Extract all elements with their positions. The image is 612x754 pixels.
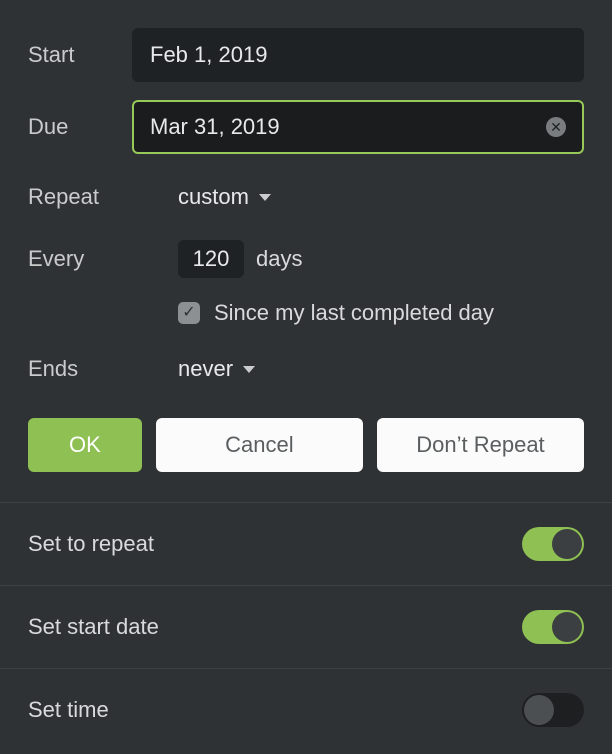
every-unit: days <box>256 246 302 272</box>
every-number-input[interactable]: 120 <box>178 240 244 278</box>
check-icon: ✓ <box>182 305 195 321</box>
set-time-label: Set time <box>28 697 109 723</box>
start-label: Start <box>28 42 132 68</box>
start-date-value: Feb 1, 2019 <box>150 42 267 68</box>
set-to-repeat-label: Set to repeat <box>28 531 154 557</box>
since-last-checkbox[interactable]: ✓ <box>178 302 200 324</box>
ends-label: Ends <box>28 356 178 382</box>
set-to-repeat-toggle[interactable] <box>522 527 584 561</box>
due-label: Due <box>28 114 132 140</box>
repeat-label: Repeat <box>28 184 178 210</box>
ends-value: never <box>178 356 233 382</box>
dont-repeat-button[interactable]: Don’t Repeat <box>377 418 584 472</box>
clear-due-icon[interactable]: ✕ <box>546 117 566 137</box>
set-start-date-label: Set start date <box>28 614 159 640</box>
start-date-input[interactable]: Feb 1, 2019 <box>132 28 584 82</box>
chevron-down-icon <box>243 366 255 373</box>
set-start-date-toggle[interactable] <box>522 610 584 644</box>
due-date-input[interactable]: Mar 31, 2019 ✕ <box>132 100 584 154</box>
since-last-label: Since my last completed day <box>214 300 494 326</box>
cancel-button[interactable]: Cancel <box>156 418 363 472</box>
every-label: Every <box>28 246 178 272</box>
due-date-value: Mar 31, 2019 <box>150 114 280 140</box>
set-time-toggle[interactable] <box>522 693 584 727</box>
chevron-down-icon <box>259 194 271 201</box>
repeat-dropdown[interactable]: custom <box>178 184 271 210</box>
repeat-value: custom <box>178 184 249 210</box>
ok-button[interactable]: OK <box>28 418 142 472</box>
ends-dropdown[interactable]: never <box>178 356 255 382</box>
